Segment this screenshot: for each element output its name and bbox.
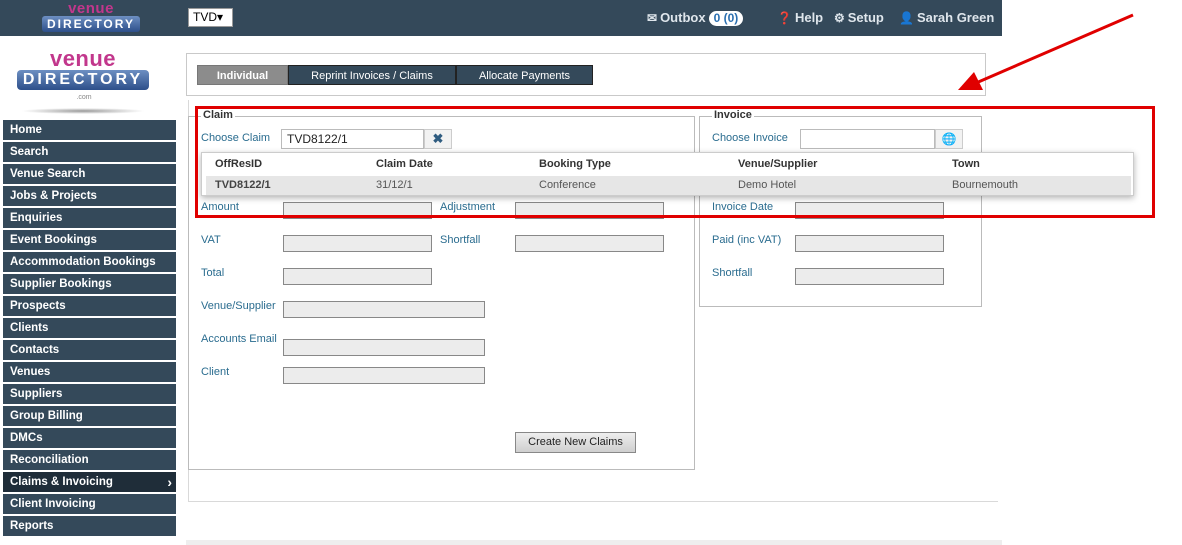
invoice-shortfall-field[interactable] <box>795 268 944 285</box>
sidebar-item-venues[interactable]: Venues <box>3 362 176 382</box>
setup-label: Setup <box>847 10 884 25</box>
sidebar-item-label: Jobs & Projects <box>10 190 97 202</box>
envelope-icon: ✉ <box>647 11 658 25</box>
sidebar-item-label: Venues <box>10 366 51 378</box>
sidebar-item-label: Prospects <box>10 300 66 312</box>
accounts-email-label: Accounts Email <box>201 333 277 345</box>
annotation-arrow <box>958 13 1134 90</box>
sidebar-item-label: Contacts <box>10 344 60 356</box>
sidebar-item-clients[interactable]: Clients <box>3 318 176 338</box>
logo-directory-text: DIRECTORY <box>41 16 140 32</box>
sidebar-item-prospects[interactable]: Prospects <box>3 296 176 316</box>
sidebar-item-enquiries[interactable]: Enquiries <box>3 208 176 228</box>
sidebar-item-suppliers[interactable]: Suppliers <box>3 384 176 404</box>
sidebar-item-contacts[interactable]: Contacts <box>3 340 176 360</box>
sidebar-item-claims-invoicing[interactable]: Claims & Invoicing › <box>3 472 176 492</box>
outbox-link[interactable]: ✉ Outbox 0 (0) <box>647 10 744 26</box>
total-label: Total <box>201 267 225 279</box>
side-logo-suffix: .com <box>76 94 92 101</box>
outbox-count-badge: 0 (0) <box>708 11 744 26</box>
sidebar-item-label: Reports <box>10 520 54 532</box>
annotation-highlight-box <box>195 106 1155 218</box>
logo-venue-text: venue <box>68 0 114 17</box>
sidebar-item-reports[interactable]: Reports <box>3 516 176 536</box>
question-circle-icon: ❓ <box>777 11 792 25</box>
sidebar-item-label: Clients <box>10 322 49 334</box>
chevron-right-icon: › <box>167 474 172 490</box>
help-label: Help <box>794 10 824 25</box>
paid-inc-vat-label: Paid (inc VAT) <box>712 234 782 246</box>
client-label: Client <box>201 366 230 378</box>
account-select[interactable]: TVD▾ <box>188 8 233 27</box>
caret-down-icon: ▾ <box>217 10 224 24</box>
sidebar-item-label: Event Bookings <box>10 234 97 246</box>
venue-supplier-field[interactable] <box>283 301 485 318</box>
sidebar-item-label: Group Billing <box>10 410 83 422</box>
sidebar-item-label: Enquiries <box>10 212 63 224</box>
tab-allocate-payments[interactable]: Allocate Payments <box>456 65 593 85</box>
client-field[interactable] <box>283 367 485 384</box>
vat-label: VAT <box>201 234 221 246</box>
total-field[interactable] <box>283 268 432 285</box>
sidebar-item-label: DMCs <box>10 432 43 444</box>
sidebar-item-reconciliation[interactable]: Reconciliation <box>3 450 176 470</box>
sidebar-item-label: Reconciliation <box>10 454 89 466</box>
gear-icon: ⚙ <box>834 11 845 25</box>
sidebar-item-event-bookings[interactable]: Event Bookings <box>3 230 176 250</box>
sidebar-item-label: Accommodation Bookings <box>10 256 156 268</box>
sidebar-item-search[interactable]: Search <box>3 142 176 162</box>
tab-reprint-invoices-claims[interactable]: Reprint Invoices / Claims <box>288 65 456 85</box>
vat-field[interactable] <box>283 235 432 252</box>
side-logo-venue-text: venue <box>49 46 117 71</box>
invoice-shortfall-label: Shortfall <box>712 267 753 279</box>
sidebar-item-accommodation-bookings[interactable]: Accommodation Bookings <box>3 252 176 272</box>
tab-individual[interactable]: Individual <box>197 65 288 85</box>
paid-inc-vat-field[interactable] <box>795 235 944 252</box>
venue-supplier-label: Venue/Supplier <box>201 300 276 312</box>
sidebar-item-venue-search[interactable]: Venue Search <box>3 164 176 184</box>
help-link[interactable]: ❓ Help <box>777 10 823 26</box>
sidebar-item-label: Supplier Bookings <box>10 278 112 290</box>
app-logo[interactable]: venue DIRECTORY <box>40 0 142 34</box>
account-select-value: TVD <box>193 10 217 24</box>
bottom-bar <box>186 540 1002 545</box>
outbox-label: Outbox <box>660 10 706 25</box>
sidebar-item-label: Home <box>10 124 42 136</box>
top-bar: venue DIRECTORY TVD▾ ✉ Outbox 0 (0) ❓ Help … <box>0 0 1002 36</box>
sidebar-item-group-billing[interactable]: Group Billing <box>3 406 176 426</box>
sidebar-item-label: Claims & Invoicing <box>10 476 113 488</box>
sidebar-item-label: Search <box>10 146 49 158</box>
accounts-email-field[interactable] <box>283 339 485 356</box>
setup-link[interactable]: ⚙ Setup <box>834 10 884 26</box>
sidebar-item-dmcs[interactable]: DMCs <box>3 428 176 448</box>
claim-shortfall-label: Shortfall <box>440 234 481 246</box>
logo-shadow <box>21 108 145 114</box>
sidebar-item-label: Client Invoicing <box>10 498 96 510</box>
sidebar-item-jobs-projects[interactable]: Jobs & Projects <box>3 186 176 206</box>
user-icon: 👤 <box>899 11 914 25</box>
sidebar-item-label: Suppliers <box>10 388 63 400</box>
tab-bar: Individual Reprint Invoices / Claims All… <box>186 53 986 96</box>
side-logo-directory-text: DIRECTORY <box>16 70 150 90</box>
sidebar-item-supplier-bookings[interactable]: Supplier Bookings <box>3 274 176 294</box>
create-new-claims-button[interactable]: Create New Claims <box>515 432 636 453</box>
sidebar-nav: Home Search Venue Search Jobs & Projects… <box>3 120 176 538</box>
claim-shortfall-field[interactable] <box>515 235 664 252</box>
sidebar-item-label: Venue Search <box>10 168 86 180</box>
side-logo[interactable]: venue DIRECTORY .com <box>16 46 150 114</box>
sidebar-item-home[interactable]: Home <box>3 120 176 140</box>
sidebar-item-client-invoicing[interactable]: Client Invoicing <box>3 494 176 514</box>
